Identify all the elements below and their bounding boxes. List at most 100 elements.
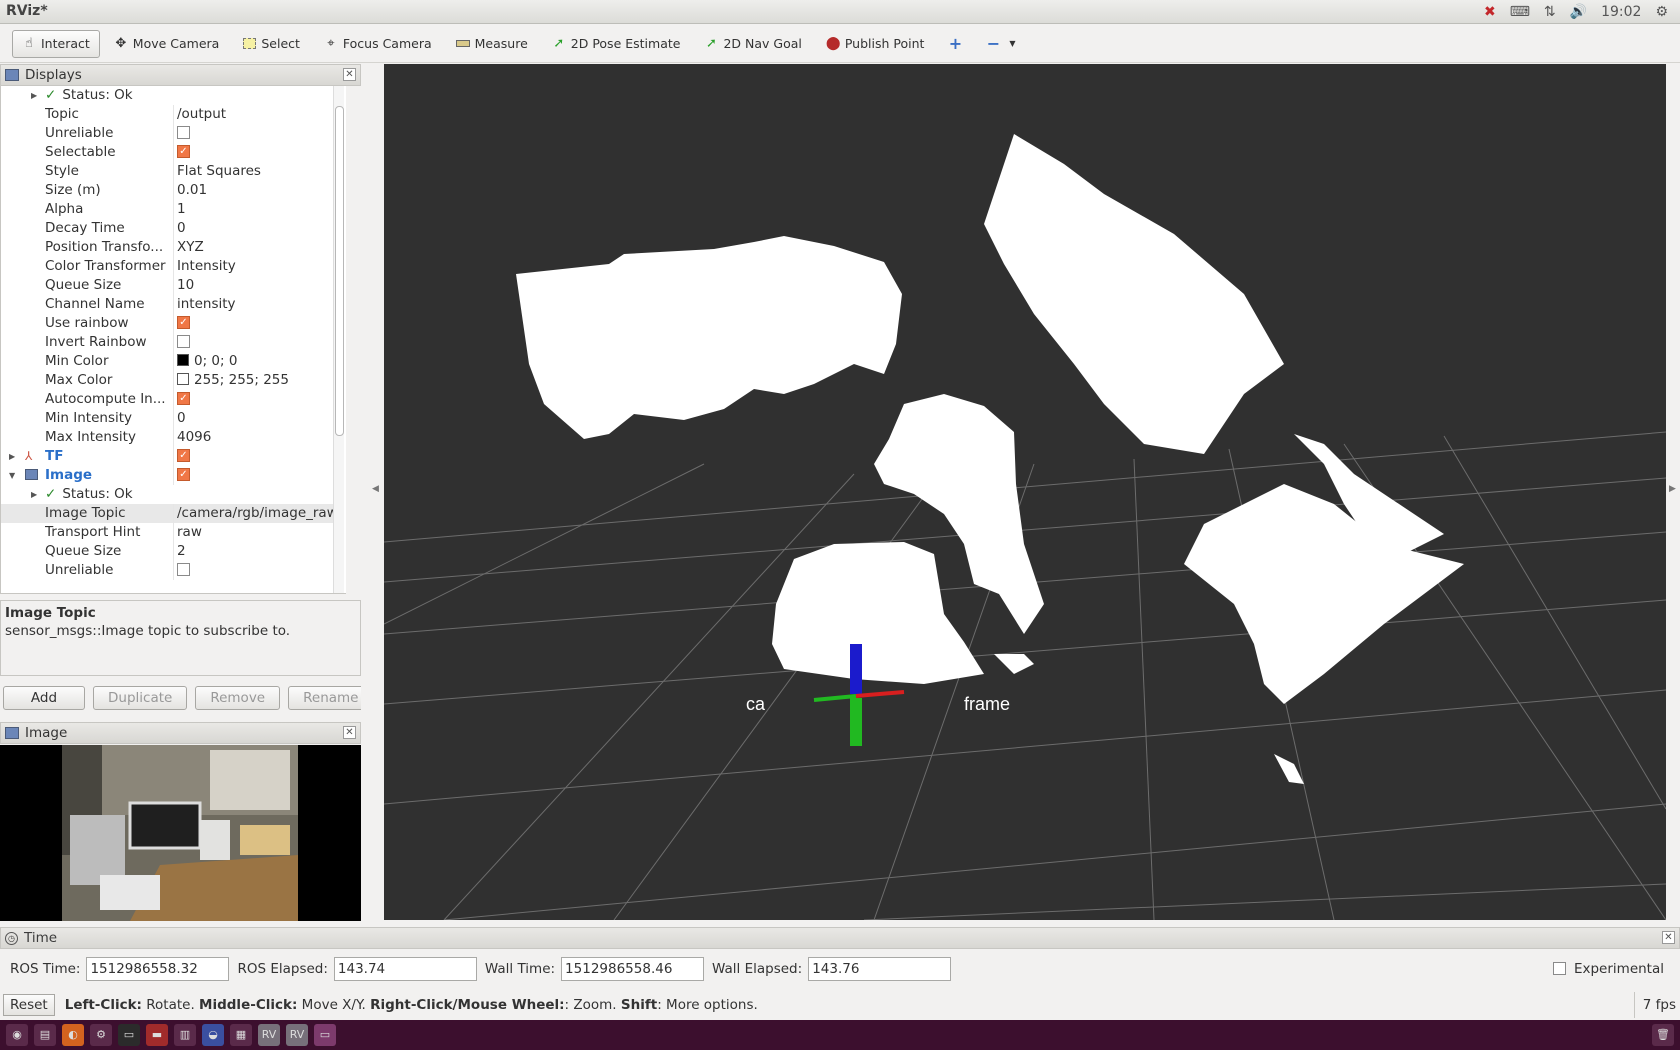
- invert-rainbow-checkbox[interactable]: [177, 334, 190, 348]
- wall-elapsed-field[interactable]: 143.76: [808, 957, 952, 981]
- point-cloud-scene[interactable]: ca frame: [384, 64, 1666, 920]
- expand-icon[interactable]: ▶: [31, 86, 37, 105]
- tree-row[interactable]: Transport Hint raw: [1, 523, 333, 542]
- close-icon[interactable]: ✕: [343, 726, 356, 739]
- selectable-checkbox[interactable]: ✓: [177, 144, 190, 158]
- ubuntu-logo-icon[interactable]: ◉: [6, 1024, 28, 1046]
- use-rainbow-checkbox[interactable]: ✓: [177, 315, 190, 329]
- monitor-app-icon[interactable]: ▬: [146, 1024, 168, 1046]
- move-camera-tool-button[interactable]: ✥ Move Camera: [104, 30, 230, 58]
- files-icon[interactable]: ▤: [34, 1024, 56, 1046]
- tree-row[interactable]: Decay Time 0: [1, 219, 333, 238]
- unreliable-checkbox[interactable]: [177, 562, 190, 576]
- dropbox-icon[interactable]: ✖: [1484, 4, 1496, 20]
- tree-row[interactable]: Position Transfo... XYZ: [1, 238, 333, 257]
- unreliable-checkbox[interactable]: [177, 125, 190, 139]
- experimental-checkbox[interactable]: [1552, 961, 1566, 975]
- trash-icon[interactable]: 🗑: [1652, 1024, 1674, 1046]
- tree-row[interactable]: Use rainbow ✓: [1, 314, 333, 333]
- row-value[interactable]: raw: [177, 523, 202, 542]
- firefox-icon[interactable]: ◐: [62, 1024, 84, 1046]
- tree-row[interactable]: Queue Size 10: [1, 276, 333, 295]
- experimental-toggle[interactable]: Experimental: [1552, 961, 1664, 977]
- tf-enabled-checkbox[interactable]: ✓: [177, 448, 190, 462]
- row-value[interactable]: 4096: [177, 428, 211, 447]
- calc-icon[interactable]: ▦: [230, 1024, 252, 1046]
- tree-row[interactable]: Queue Size 2: [1, 542, 333, 561]
- tree-row[interactable]: Channel Name intensity: [1, 295, 333, 314]
- keyboard-icon[interactable]: ⌨: [1510, 4, 1530, 20]
- tree-row[interactable]: Min Color 0; 0; 0: [1, 352, 333, 371]
- window-icon[interactable]: ▭: [314, 1024, 336, 1046]
- displays-tree[interactable]: ▶ ✓ Status: Ok Topic/output Unreliable Sel…: [0, 86, 346, 594]
- tree-row[interactable]: Alpha 1: [1, 200, 333, 219]
- row-value[interactable]: 1: [177, 200, 186, 219]
- clock[interactable]: 19:02: [1601, 4, 1641, 20]
- row-value[interactable]: 2: [177, 542, 186, 561]
- wall-time-field[interactable]: 1512986558.46: [561, 957, 705, 981]
- tree-row[interactable]: Unreliable: [1, 561, 333, 580]
- tree-row[interactable]: Color Transformer Intensity: [1, 257, 333, 276]
- duplicate-button[interactable]: Duplicate: [93, 686, 188, 710]
- image-enabled-checkbox[interactable]: ✓: [177, 467, 190, 481]
- autocompute-checkbox[interactable]: ✓: [177, 391, 190, 405]
- tree-row[interactable]: Max Intensity 4096: [1, 428, 333, 447]
- tree-row[interactable]: Topic/output: [1, 105, 333, 124]
- row-value[interactable]: 0.01: [177, 181, 207, 200]
- expand-icon[interactable]: ▶: [9, 447, 15, 466]
- collapse-left-icon[interactable]: ◀: [372, 484, 379, 494]
- tree-row[interactable]: Max Color 255; 255; 255: [1, 371, 333, 390]
- remove-button[interactable]: Remove: [195, 686, 281, 710]
- terminal-icon[interactable]: ▭: [118, 1024, 140, 1046]
- reset-button[interactable]: Reset: [3, 994, 55, 1016]
- publish-point-tool-button[interactable]: ⬤ Publish Point: [816, 30, 935, 58]
- rviz-icon-2[interactable]: RV: [286, 1024, 308, 1046]
- add-tool-button[interactable]: +: [938, 30, 972, 58]
- nav-goal-tool-button[interactable]: ➚ 2D Nav Goal: [694, 30, 811, 58]
- tree-row[interactable]: ▶ ✓ Status: Ok: [1, 86, 333, 105]
- settings-icon[interactable]: ⚙: [90, 1024, 112, 1046]
- remove-tool-dropdown[interactable]: − ▼: [976, 30, 1029, 58]
- row-value[interactable]: 0; 0; 0: [194, 353, 237, 369]
- row-value[interactable]: Intensity: [177, 257, 236, 276]
- tree-row[interactable]: ▶ ✓ Status: Ok: [1, 485, 333, 504]
- tree-row[interactable]: Style Flat Squares: [1, 162, 333, 181]
- tree-scrollbar[interactable]: [333, 86, 344, 593]
- interact-tool-button[interactable]: ☝ Interact: [12, 29, 100, 58]
- row-value[interactable]: XYZ: [177, 238, 204, 257]
- render-viewport[interactable]: ca frame: [384, 64, 1666, 920]
- scroll-thumb[interactable]: [335, 106, 344, 436]
- collapse-icon[interactable]: ▼: [9, 466, 15, 485]
- network-icon[interactable]: ⇅: [1544, 4, 1556, 20]
- ros-time-field[interactable]: 1512986558.32: [86, 957, 230, 981]
- close-icon[interactable]: ✕: [343, 68, 356, 81]
- tree-row[interactable]: Min Intensity 0: [1, 409, 333, 428]
- add-button[interactable]: Add: [3, 686, 85, 710]
- ros-elapsed-field[interactable]: 143.74: [333, 957, 477, 981]
- row-value[interactable]: /output: [177, 105, 226, 124]
- rviz-icon[interactable]: RV: [258, 1024, 280, 1046]
- measure-tool-button[interactable]: Measure: [446, 30, 538, 58]
- eclipse-icon[interactable]: ◒: [202, 1024, 224, 1046]
- tree-row[interactable]: Unreliable: [1, 124, 333, 143]
- tree-row[interactable]: Size (m) 0.01: [1, 181, 333, 200]
- collapse-right-icon[interactable]: ▶: [1669, 484, 1676, 494]
- row-value[interactable]: 0: [177, 409, 186, 428]
- row-value[interactable]: 0: [177, 219, 186, 238]
- settings-icon[interactable]: ⚙: [1655, 4, 1668, 20]
- right-splitter[interactable]: ▶: [1666, 64, 1680, 920]
- row-value[interactable]: /camera/rgb/image_raw: [177, 504, 338, 523]
- select-tool-button[interactable]: Select: [233, 30, 310, 58]
- row-value[interactable]: 10: [177, 276, 194, 295]
- tree-row[interactable]: Selectable ✓: [1, 143, 333, 162]
- color-swatch[interactable]: [177, 373, 189, 385]
- row-value[interactable]: 255; 255; 255: [194, 372, 289, 388]
- tree-row-selected[interactable]: Image Topic/camera/rgb/image_raw: [1, 504, 338, 523]
- expand-icon[interactable]: ▶: [31, 485, 37, 504]
- writer-icon[interactable]: ▥: [174, 1024, 196, 1046]
- tree-row-image[interactable]: ▼ Image ✓: [1, 466, 333, 485]
- row-value[interactable]: Flat Squares: [177, 162, 261, 181]
- panel-splitter[interactable]: ◀: [361, 64, 383, 920]
- row-value[interactable]: intensity: [177, 295, 236, 314]
- color-swatch[interactable]: [177, 354, 189, 366]
